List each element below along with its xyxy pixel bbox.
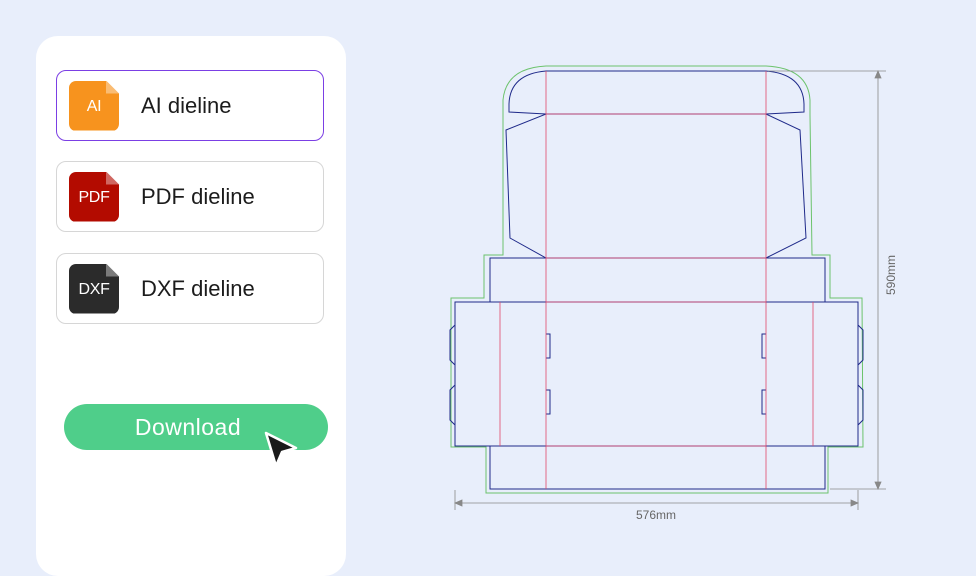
- box-dieline-diagram: 576mm 590mm: [449, 65, 898, 522]
- cut-lines: [449, 70, 864, 490]
- bleed-outline: [450, 65, 864, 494]
- height-dimension-label: 590mm: [884, 255, 898, 295]
- width-dimension-label: 576mm: [636, 508, 676, 522]
- fold-lines: [499, 71, 814, 489]
- dimension-lines: [453, 69, 886, 510]
